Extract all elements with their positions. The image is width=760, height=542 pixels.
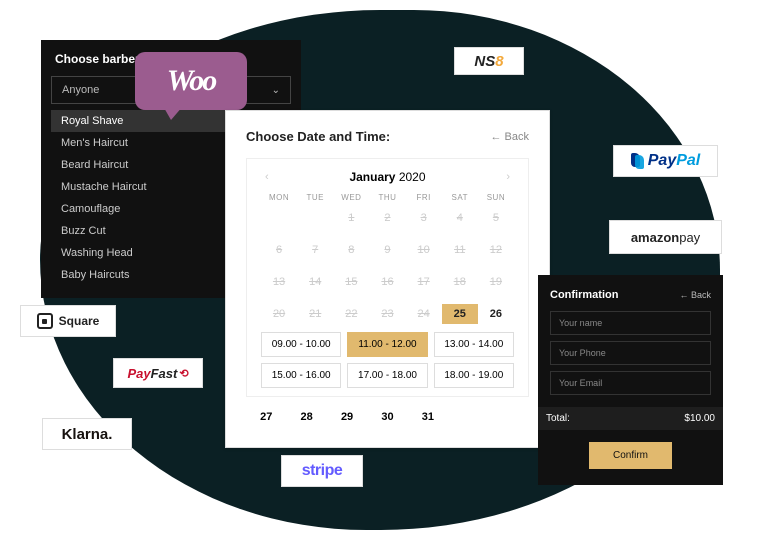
payfast-logo: PayFast⟲ bbox=[113, 358, 203, 388]
phone-input[interactable] bbox=[550, 341, 711, 365]
dow-cell: THU bbox=[369, 193, 405, 202]
calendar-day[interactable]: 1 bbox=[333, 208, 369, 228]
calendar-extra-row: 2728293031 bbox=[246, 411, 529, 423]
calendar-day bbox=[448, 411, 488, 423]
ns8-logo: NS8 bbox=[454, 47, 524, 75]
calendar-day[interactable]: 28 bbox=[286, 411, 326, 423]
time-slot[interactable]: 13.00 - 14.00 bbox=[434, 332, 514, 357]
calendar-day[interactable]: 23 bbox=[369, 304, 405, 324]
dow-cell: SAT bbox=[442, 193, 478, 202]
time-slot[interactable]: 11.00 - 12.00 bbox=[347, 332, 427, 357]
paypal-logo: PayPal bbox=[613, 145, 718, 177]
square-icon bbox=[37, 313, 53, 329]
paypal-icon bbox=[631, 153, 645, 169]
total-value: $10.00 bbox=[684, 413, 715, 424]
calendar-day[interactable]: 9 bbox=[369, 240, 405, 260]
month-label: January 2020 bbox=[349, 170, 425, 184]
confirmation-panel: Confirmation Back Total: $10.00 Confirm bbox=[538, 275, 723, 485]
barber-selected: Anyone bbox=[62, 84, 99, 96]
calendar-day[interactable]: 25 bbox=[442, 304, 478, 324]
calendar-day[interactable]: 3 bbox=[406, 208, 442, 228]
calendar-day[interactable]: 15 bbox=[333, 272, 369, 292]
time-slot[interactable]: 17.00 - 18.00 bbox=[347, 363, 427, 388]
back-button[interactable]: Back bbox=[490, 131, 529, 143]
dow-cell: WED bbox=[333, 193, 369, 202]
calendar-day[interactable]: 21 bbox=[297, 304, 333, 324]
calendar-grid: 1234567891011121314151617181920212223242… bbox=[261, 208, 514, 324]
calendar-day bbox=[489, 411, 529, 423]
calendar-day[interactable]: 8 bbox=[333, 240, 369, 260]
time-slot[interactable]: 09.00 - 10.00 bbox=[261, 332, 341, 357]
dow-cell: TUE bbox=[297, 193, 333, 202]
calendar-day[interactable]: 10 bbox=[406, 240, 442, 260]
calendar-day[interactable]: 14 bbox=[297, 272, 333, 292]
confirmation-back-button[interactable]: Back bbox=[679, 290, 711, 300]
calendar-day[interactable]: 5 bbox=[478, 208, 514, 228]
total-row: Total: $10.00 bbox=[538, 407, 723, 430]
calendar-day[interactable]: 20 bbox=[261, 304, 297, 324]
calendar-day[interactable]: 30 bbox=[367, 411, 407, 423]
email-input[interactable] bbox=[550, 371, 711, 395]
prev-month-button[interactable]: ‹ bbox=[261, 169, 273, 185]
time-slot[interactable]: 18.00 - 19.00 bbox=[434, 363, 514, 388]
stripe-logo: stripe bbox=[281, 455, 363, 487]
total-label: Total: bbox=[546, 413, 570, 424]
amazon-pay-logo: amazon pay bbox=[609, 220, 722, 254]
klarna-logo: Klarna. bbox=[42, 418, 132, 450]
calendar-day[interactable]: 27 bbox=[246, 411, 286, 423]
calendar-day[interactable]: 18 bbox=[442, 272, 478, 292]
calendar-day[interactable]: 2 bbox=[369, 208, 405, 228]
confirmation-title: Confirmation bbox=[550, 289, 618, 301]
day-of-week-row: MONTUEWEDTHUFRISATSUN bbox=[261, 193, 514, 202]
calendar: ‹ January 2020 › MONTUEWEDTHUFRISATSUN 1… bbox=[246, 158, 529, 397]
calendar-day[interactable]: 31 bbox=[408, 411, 448, 423]
datetime-title: Choose Date and Time: bbox=[246, 129, 390, 144]
calendar-day[interactable]: 11 bbox=[442, 240, 478, 260]
calendar-day[interactable]: 4 bbox=[442, 208, 478, 228]
calendar-day[interactable]: 22 bbox=[333, 304, 369, 324]
calendar-day[interactable]: 13 bbox=[261, 272, 297, 292]
payfast-icon: ⟲ bbox=[179, 367, 188, 380]
calendar-day[interactable]: 6 bbox=[261, 240, 297, 260]
calendar-day[interactable]: 7 bbox=[297, 240, 333, 260]
calendar-day[interactable]: 24 bbox=[406, 304, 442, 324]
dow-cell: SUN bbox=[478, 193, 514, 202]
time-slots: 09.00 - 10.0011.00 - 12.00 13.00 - 14.00 1… bbox=[261, 332, 514, 388]
calendar-day[interactable]: 19 bbox=[478, 272, 514, 292]
calendar-day[interactable]: 29 bbox=[327, 411, 367, 423]
dow-cell: FRI bbox=[406, 193, 442, 202]
calendar-day[interactable]: 26 bbox=[478, 304, 514, 324]
chevron-down-icon: ⌄ bbox=[272, 85, 280, 96]
woocommerce-logo: Woo bbox=[135, 52, 247, 110]
calendar-day[interactable]: 16 bbox=[369, 272, 405, 292]
datetime-panel: Choose Date and Time: Back ‹ January 202… bbox=[225, 110, 550, 448]
calendar-day[interactable]: 12 bbox=[478, 240, 514, 260]
time-slot[interactable]: 15.00 - 16.00 bbox=[261, 363, 341, 388]
calendar-day[interactable]: 17 bbox=[406, 272, 442, 292]
name-input[interactable] bbox=[550, 311, 711, 335]
next-month-button[interactable]: › bbox=[502, 169, 514, 185]
dow-cell: MON bbox=[261, 193, 297, 202]
square-logo: Square bbox=[20, 305, 116, 337]
confirm-button[interactable]: Confirm bbox=[589, 442, 672, 469]
